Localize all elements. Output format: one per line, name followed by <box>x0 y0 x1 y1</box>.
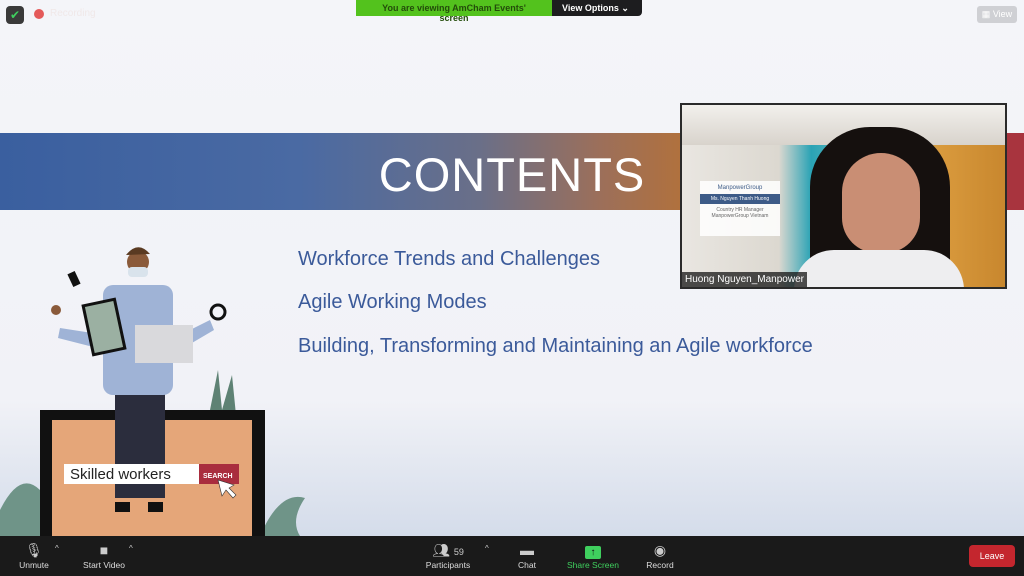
record-button[interactable]: ◉ Record <box>630 540 690 570</box>
view-options-label: View Options <box>562 3 619 13</box>
security-shield-icon[interactable]: ✔ <box>6 6 24 24</box>
recording-label: Recording <box>50 8 96 19</box>
unmute-label: Unmute <box>19 560 49 570</box>
recording-icon <box>34 9 44 19</box>
leave-button[interactable]: Leave <box>969 545 1015 567</box>
worker-illustration: Skilled workers SEARCH <box>0 247 305 536</box>
search-box-text: Skilled workers <box>70 466 171 483</box>
participants-options-caret[interactable]: ^ <box>485 544 489 553</box>
view-options-button[interactable]: View Options ⌄ <box>552 0 642 16</box>
record-icon: ◉ <box>653 542 667 558</box>
viewing-banner: You are viewing AmCham Events' screen Vi… <box>356 0 642 23</box>
chat-icon: ▬ <box>520 542 534 558</box>
start-video-label: Start Video <box>83 560 125 570</box>
participants-label: Participants <box>425 560 471 570</box>
meeting-toolbar: 🎙︎ Unmute ^ ■ Start Video ^ 👥︎ 59 Participa… <box>0 536 1024 576</box>
video-options-caret[interactable]: ^ <box>129 544 133 553</box>
contents-item: Workforce Trends and Challenges <box>298 248 601 270</box>
view-label: View <box>992 9 1013 19</box>
share-screen-button[interactable]: ↑ Share Screen <box>563 540 623 570</box>
speaker-face <box>842 153 920 253</box>
participants-button[interactable]: 👥︎ 59 Participants <box>418 540 478 570</box>
participants-icon: 👥︎ <box>432 542 450 558</box>
name-card: ManpowerGroup Ms. Nguyen Thanh Huong Cou… <box>700 181 780 236</box>
contents-item: Building, Transforming and Maintaining a… <box>298 335 813 357</box>
participants-count: 59 <box>453 547 464 557</box>
record-label: Record <box>646 560 674 570</box>
chat-label: Chat <box>518 560 536 570</box>
grid-icon: ▦ <box>981 9 991 19</box>
card-logo: ManpowerGroup <box>717 185 763 191</box>
card-name: Ms. Nguyen Thanh Huong <box>700 194 780 204</box>
share-screen-icon: ↑ <box>585 546 601 559</box>
participant-video[interactable]: ManpowerGroup Ms. Nguyen Thanh Huong Cou… <box>680 103 1007 289</box>
video-off-icon: ■ <box>99 542 109 558</box>
participant-name: Huong Nguyen_Manpower <box>682 272 807 287</box>
audio-options-caret[interactable]: ^ <box>55 544 59 553</box>
card-company: ManpowerGroup Vietnam <box>711 213 769 219</box>
search-button-text: SEARCH <box>203 473 233 480</box>
share-screen-label: Share Screen <box>567 560 619 570</box>
chat-button[interactable]: ▬ Chat <box>497 540 557 570</box>
chevron-down-icon: ⌄ <box>621 3 629 13</box>
speaker-shirt <box>794 250 964 287</box>
view-button[interactable]: ▦ View <box>977 6 1017 23</box>
viewing-label: You are viewing AmCham Events' screen <box>356 0 552 23</box>
start-video-button[interactable]: ■ Start Video <box>74 540 134 570</box>
contents-item: Agile Working Modes <box>298 291 487 313</box>
